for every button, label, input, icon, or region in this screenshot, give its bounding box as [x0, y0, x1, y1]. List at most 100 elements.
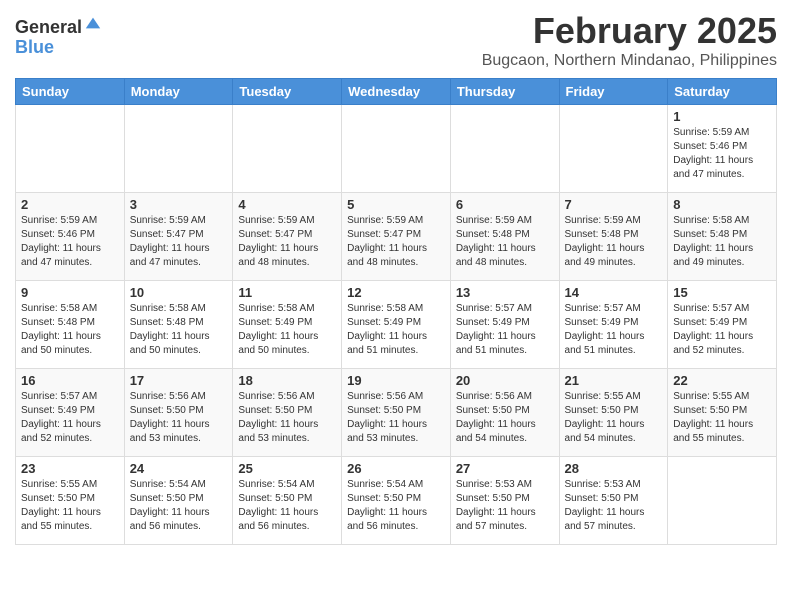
day-info: Sunrise: 5:57 AM Sunset: 5:49 PM Dayligh…: [21, 390, 119, 446]
day-info: Sunrise: 5:59 AM Sunset: 5:47 PM Dayligh…: [130, 214, 228, 270]
calendar-cell: [450, 105, 559, 193]
calendar-cell: [124, 105, 233, 193]
day-number: 12: [347, 285, 445, 300]
calendar-cell: 10 Sunrise: 5:58 AM Sunset: 5:48 PM Dayli…: [124, 281, 233, 369]
day-info: Sunrise: 5:55 AM Sunset: 5:50 PM Dayligh…: [565, 390, 663, 446]
calendar-cell: 19Sunrise: 5:56 AM Sunset: 5:50 PM Dayli…: [342, 369, 451, 457]
calendar-cell: 6 Sunrise: 5:59 AM Sunset: 5:48 PM Daylig…: [450, 193, 559, 281]
logo: General Blue: [15, 18, 102, 58]
location-subtitle: Bugcaon, Northern Mindanao, Philippines: [482, 52, 777, 70]
calendar-cell: 27 Sunrise: 5:53 AM Sunset: 5:50 PM Dayli…: [450, 457, 559, 545]
day-info: Sunrise: 5:58 AM Sunset: 5:49 PM Dayligh…: [347, 302, 445, 358]
day-number: 4: [238, 197, 336, 212]
weekday-header: Tuesday: [233, 79, 342, 105]
calendar-cell: [16, 105, 125, 193]
day-info: Sunrise: 5:59 AM Sunset: 5:46 PM Dayligh…: [21, 214, 119, 270]
day-number: 27: [456, 461, 554, 476]
day-info: Sunrise: 5:57 AM Sunset: 5:49 PM Dayligh…: [456, 302, 554, 358]
day-number: 14: [565, 285, 663, 300]
day-info: Sunrise: 5:55 AM Sunset: 5:50 PM Dayligh…: [21, 478, 119, 534]
calendar-cell: 24 Sunrise: 5:54 AM Sunset: 5:50 PM Dayli…: [124, 457, 233, 545]
calendar-cell: 21 Sunrise: 5:55 AM Sunset: 5:50 PM Dayli…: [559, 369, 668, 457]
day-info: Sunrise: 5:54 AM Sunset: 5:50 PM Dayligh…: [238, 478, 336, 534]
day-number: 6: [456, 197, 554, 212]
day-number: 28: [565, 461, 663, 476]
day-number: 2: [21, 197, 119, 212]
calendar-cell: 2 Sunrise: 5:59 AM Sunset: 5:46 PM Daylig…: [16, 193, 125, 281]
weekday-header: Sunday: [16, 79, 125, 105]
calendar-cell: [342, 105, 451, 193]
day-info: Sunrise: 5:55 AM Sunset: 5:50 PM Dayligh…: [673, 390, 771, 446]
calendar-cell: 16 Sunrise: 5:57 AM Sunset: 5:49 PM Dayli…: [16, 369, 125, 457]
weekday-header: Friday: [559, 79, 668, 105]
day-number: 13: [456, 285, 554, 300]
calendar-week-row: 16 Sunrise: 5:57 AM Sunset: 5:49 PM Dayli…: [16, 369, 777, 457]
calendar-cell: 15Sunrise: 5:57 AM Sunset: 5:49 PM Dayli…: [668, 281, 777, 369]
day-info: Sunrise: 5:57 AM Sunset: 5:49 PM Dayligh…: [565, 302, 663, 358]
logo-general-text: General: [15, 18, 82, 38]
day-info: Sunrise: 5:59 AM Sunset: 5:48 PM Dayligh…: [565, 214, 663, 270]
calendar-week-row: 23 Sunrise: 5:55 AM Sunset: 5:50 PM Dayli…: [16, 457, 777, 545]
day-number: 16: [21, 373, 119, 388]
page-header: General Blue February 2025 Bugcaon, Nort…: [15, 10, 777, 70]
title-block: February 2025 Bugcaon, Northern Mindanao…: [482, 10, 777, 70]
day-info: Sunrise: 5:54 AM Sunset: 5:50 PM Dayligh…: [130, 478, 228, 534]
day-info: Sunrise: 5:59 AM Sunset: 5:47 PM Dayligh…: [238, 214, 336, 270]
calendar-week-row: 9 Sunrise: 5:58 AM Sunset: 5:48 PM Daylig…: [16, 281, 777, 369]
calendar-cell: 18Sunrise: 5:56 AM Sunset: 5:50 PM Dayli…: [233, 369, 342, 457]
calendar-cell: 11Sunrise: 5:58 AM Sunset: 5:49 PM Dayli…: [233, 281, 342, 369]
day-info: Sunrise: 5:53 AM Sunset: 5:50 PM Dayligh…: [565, 478, 663, 534]
day-number: 8: [673, 197, 771, 212]
day-info: Sunrise: 5:56 AM Sunset: 5:50 PM Dayligh…: [130, 390, 228, 446]
weekday-header: Monday: [124, 79, 233, 105]
calendar-cell: 25 Sunrise: 5:54 AM Sunset: 5:50 PM Dayli…: [233, 457, 342, 545]
day-number: 24: [130, 461, 228, 476]
calendar-cell: 1 Sunrise: 5:59 AM Sunset: 5:46 PM Daylig…: [668, 105, 777, 193]
calendar-cell: [668, 457, 777, 545]
day-number: 23: [21, 461, 119, 476]
calendar-cell: 9 Sunrise: 5:58 AM Sunset: 5:48 PM Daylig…: [16, 281, 125, 369]
calendar-cell: 3 Sunrise: 5:59 AM Sunset: 5:47 PM Daylig…: [124, 193, 233, 281]
day-info: Sunrise: 5:53 AM Sunset: 5:50 PM Dayligh…: [456, 478, 554, 534]
calendar-cell: 28 Sunrise: 5:53 AM Sunset: 5:50 PM Dayli…: [559, 457, 668, 545]
day-number: 1: [673, 109, 771, 124]
day-info: Sunrise: 5:58 AM Sunset: 5:48 PM Dayligh…: [21, 302, 119, 358]
day-number: 25: [238, 461, 336, 476]
day-number: 3: [130, 197, 228, 212]
calendar-cell: [233, 105, 342, 193]
weekday-header: Thursday: [450, 79, 559, 105]
day-info: Sunrise: 5:56 AM Sunset: 5:50 PM Dayligh…: [238, 390, 336, 446]
day-number: 7: [565, 197, 663, 212]
calendar-table: SundayMondayTuesdayWednesdayThursdayFrid…: [15, 78, 777, 545]
day-number: 10: [130, 285, 228, 300]
calendar-cell: 13 Sunrise: 5:57 AM Sunset: 5:49 PM Dayli…: [450, 281, 559, 369]
day-number: 9: [21, 285, 119, 300]
day-info: Sunrise: 5:59 AM Sunset: 5:47 PM Dayligh…: [347, 214, 445, 270]
calendar-cell: 14 Sunrise: 5:57 AM Sunset: 5:49 PM Dayli…: [559, 281, 668, 369]
calendar-cell: 5 Sunrise: 5:59 AM Sunset: 5:47 PM Daylig…: [342, 193, 451, 281]
calendar-cell: 26Sunrise: 5:54 AM Sunset: 5:50 PM Dayli…: [342, 457, 451, 545]
month-title: February 2025: [482, 10, 777, 52]
day-info: Sunrise: 5:54 AM Sunset: 5:50 PM Dayligh…: [347, 478, 445, 534]
day-info: Sunrise: 5:56 AM Sunset: 5:50 PM Dayligh…: [347, 390, 445, 446]
logo-blue-text: Blue: [15, 38, 102, 58]
day-info: Sunrise: 5:59 AM Sunset: 5:46 PM Dayligh…: [673, 126, 771, 182]
day-number: 20: [456, 373, 554, 388]
calendar-cell: 12 Sunrise: 5:58 AM Sunset: 5:49 PM Dayli…: [342, 281, 451, 369]
day-info: Sunrise: 5:58 AM Sunset: 5:48 PM Dayligh…: [130, 302, 228, 358]
day-number: 11: [238, 285, 336, 300]
day-number: 22: [673, 373, 771, 388]
calendar-cell: 23 Sunrise: 5:55 AM Sunset: 5:50 PM Dayli…: [16, 457, 125, 545]
day-info: Sunrise: 5:58 AM Sunset: 5:48 PM Dayligh…: [673, 214, 771, 270]
calendar-cell: [559, 105, 668, 193]
calendar-week-row: 1 Sunrise: 5:59 AM Sunset: 5:46 PM Daylig…: [16, 105, 777, 193]
calendar-week-row: 2 Sunrise: 5:59 AM Sunset: 5:46 PM Daylig…: [16, 193, 777, 281]
day-number: 15: [673, 285, 771, 300]
day-number: 5: [347, 197, 445, 212]
day-number: 17: [130, 373, 228, 388]
day-info: Sunrise: 5:59 AM Sunset: 5:48 PM Dayligh…: [456, 214, 554, 270]
weekday-header: Wednesday: [342, 79, 451, 105]
day-number: 21: [565, 373, 663, 388]
calendar-cell: 4 Sunrise: 5:59 AM Sunset: 5:47 PM Daylig…: [233, 193, 342, 281]
day-info: Sunrise: 5:56 AM Sunset: 5:50 PM Dayligh…: [456, 390, 554, 446]
